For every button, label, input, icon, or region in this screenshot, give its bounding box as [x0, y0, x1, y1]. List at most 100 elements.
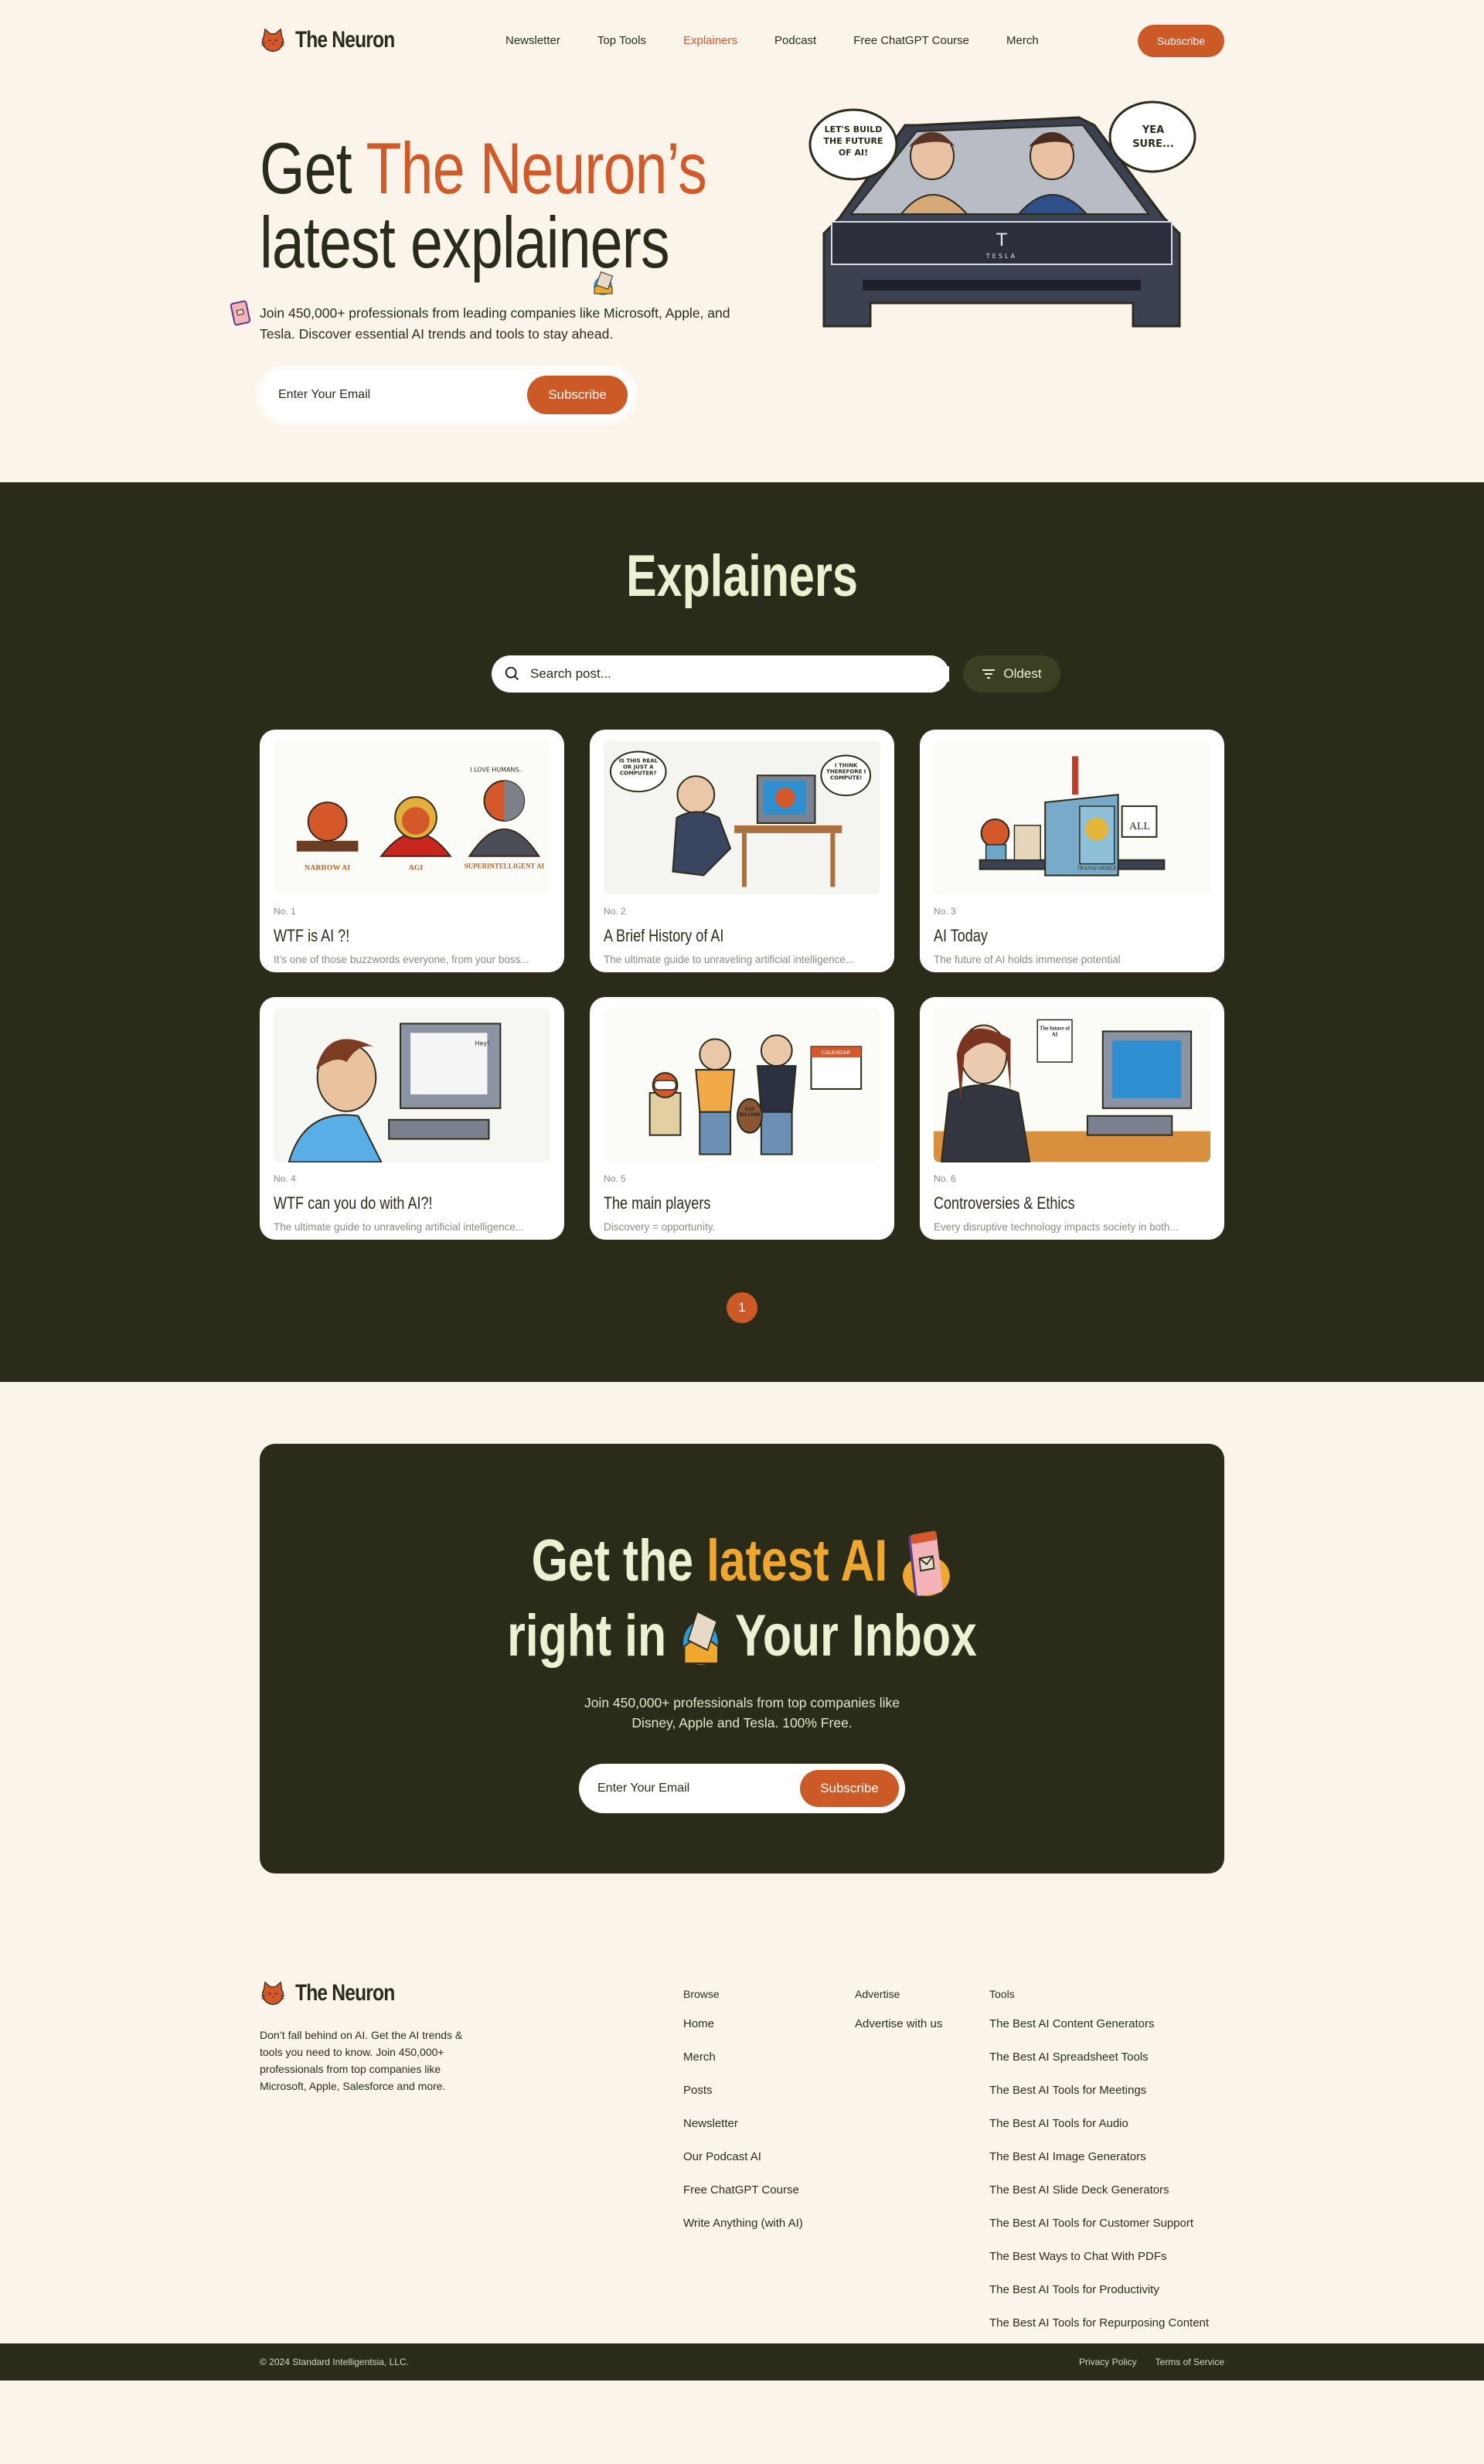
card-title: Controversies & Ethics — [934, 1193, 1075, 1213]
cta-title-line2-prefix: right in — [507, 1602, 667, 1669]
footer-link-podcast[interactable]: Our Podcast AI — [683, 2150, 803, 2183]
hero-description: Join 450,000+ professionals from leading… — [260, 305, 730, 342]
footer-brand-name: The Neuron — [295, 1980, 395, 2006]
art-label: The future of AI — [1039, 1025, 1070, 1038]
footer-link-tool[interactable]: The Best AI Tools for Productivity — [989, 2283, 1209, 2316]
footer-column-browse: Browse Home Merch Posts Newsletter Our P… — [683, 1988, 803, 2250]
card-thumbnail: NARROW AI AGI SUPERINTELLIGENT AI I LOVE… — [274, 740, 550, 895]
brand-logo[interactable]: The Neuron — [260, 27, 417, 53]
nav-link-merch[interactable]: Merch — [1006, 34, 1039, 47]
nav-link-explainers[interactable]: Explainers — [683, 34, 737, 47]
speech-bubble-left: LET'S BUILD THE FUTURE OF AI! — [823, 124, 883, 158]
art-label: SUPERINTELLIGENT AI — [465, 863, 545, 870]
cta-title: Get the latest AI right in Your Inbox — [260, 1527, 1224, 1670]
nav-link-top-tools[interactable]: Top Tools — [597, 34, 646, 47]
footer-logo[interactable]: The Neuron — [260, 1980, 417, 2006]
search-input[interactable] — [530, 666, 949, 682]
footer-column-tools: Tools The Best AI Content Generators The… — [989, 1988, 1209, 2383]
cat-logo-icon — [260, 28, 286, 53]
footer-link-newsletter[interactable]: Newsletter — [683, 2117, 803, 2150]
cta-description-line2: Disney, Apple and Tesla. 100% Free. — [631, 1715, 853, 1731]
footer-link-tool[interactable]: The Best AI Tools for Customer Support — [989, 2217, 1209, 2250]
hero-illustration: T TESLA LET'S BUILD THE FUTURE OF AI! YE… — [808, 100, 1196, 328]
hero-email-input[interactable] — [278, 388, 527, 402]
art-label: $10 BILLION — [739, 1106, 761, 1118]
cta-email-input[interactable] — [597, 1782, 800, 1795]
footer-heading: Browse — [683, 1988, 720, 2000]
card-number: No. 5 — [604, 1173, 626, 1184]
footer-link-merch[interactable]: Merch — [683, 2050, 803, 2084]
footer-link-tool[interactable]: The Best AI Tools for Audio — [989, 2117, 1209, 2150]
explainer-grid: NARROW AI AGI SUPERINTELLIGENT AI I LOVE… — [260, 730, 1224, 1240]
footer-link-tool[interactable]: The Best AI Spreadsheet Tools — [989, 2050, 1209, 2084]
footer-link-tool[interactable]: The Best AI Tools for Meetings — [989, 2084, 1209, 2117]
art-label: NARROW AI — [305, 864, 350, 873]
nav-link-podcast[interactable]: Podcast — [774, 34, 816, 47]
card-description: Every disruptive technology impacts soci… — [934, 1221, 1179, 1233]
explainer-card[interactable]: TRANSFORMER ALL No. 3 AI Today The futur… — [920, 730, 1224, 972]
art-label: IS THIS REAL OR JUST A COMPUTER? — [618, 757, 659, 777]
footer-link-write-anything[interactable]: Write Anything (with AI) — [683, 2217, 803, 2250]
footer-link-tool[interactable]: The Best AI Image Generators — [989, 2150, 1209, 2183]
card-thumbnail: Hey! — [274, 1008, 550, 1162]
footer: The Neuron Don’t fall behind on AI. Get … — [0, 1980, 1484, 2381]
cta-title-prefix: Get the — [531, 1528, 706, 1594]
card-title: AI Today — [934, 926, 988, 945]
privacy-policy-link[interactable]: Privacy Policy — [1079, 2357, 1137, 2367]
footer-link-tool[interactable]: The Best Ways to Chat With PDFs — [989, 2250, 1209, 2283]
cat-logo-icon — [260, 1981, 286, 2006]
nav-subscribe-button[interactable]: Subscribe — [1138, 25, 1224, 57]
footer-heading: Tools — [989, 1988, 1015, 2000]
card-number: No. 3 — [934, 906, 956, 917]
cta-subscribe-button[interactable]: Subscribe — [800, 1770, 899, 1807]
nav-link-newsletter[interactable]: Newsletter — [505, 34, 560, 47]
footer-link-chatgpt-course[interactable]: Free ChatGPT Course — [683, 2183, 803, 2217]
hero-subscribe-form: Subscribe — [260, 369, 634, 420]
art-label: AGI — [409, 864, 424, 873]
card-description: The ultimate guide to unraveling artific… — [274, 1221, 525, 1233]
newsletter-cta-card: Get the latest AI right in Your Inbox Jo… — [260, 1444, 1224, 1874]
explainer-card[interactable]: NARROW AI AGI SUPERINTELLIGENT AI I LOVE… — [260, 730, 564, 972]
explainer-card[interactable]: The future of AI No. 6 Controversies & E… — [920, 997, 1224, 1240]
footer-description: Don’t fall behind on AI. Get the AI tren… — [260, 2029, 463, 2092]
hero-section: Get The Neuron’s latest explainers Join … — [230, 80, 1224, 482]
explainer-card[interactable]: $10 BILLION CALENDAR No. 5 The main play… — [590, 997, 894, 1240]
footer-link-tool[interactable]: The Best AI Content Generators — [989, 2017, 1209, 2050]
brand-name: The Neuron — [295, 27, 395, 53]
card-thumbnail: TRANSFORMER ALL — [934, 740, 1210, 895]
card-description: It’s one of those buzzwords everyone, fr… — [274, 954, 529, 965]
envelope-icon — [682, 1611, 719, 1665]
pagination-page-1[interactable]: 1 — [727, 1292, 757, 1323]
search-box — [492, 655, 949, 693]
hero-title: Get The Neuron’s latest explainers — [260, 128, 707, 280]
card-description: The ultimate guide to unraveling artific… — [604, 954, 855, 965]
cta-title-accent: latest AI — [706, 1528, 888, 1594]
sort-button[interactable]: Oldest — [963, 655, 1060, 693]
tesla-badge: TESLA — [985, 253, 1017, 260]
explainers-title: Explainers — [626, 543, 858, 609]
footer-link-tool[interactable]: The Best AI Slide Deck Generators — [989, 2183, 1209, 2217]
cta-description: Join 450,000+ professionals from top com… — [260, 1693, 1224, 1733]
phone-mail-icon — [230, 300, 251, 326]
card-thumbnail: The future of AI — [934, 1008, 1210, 1162]
footer-link-home[interactable]: Home — [683, 2017, 803, 2050]
explainer-card[interactable]: Hey! No. 4 WTF can you do with AI?! The … — [260, 997, 564, 1240]
explainers-section: Explainers Oldest — [0, 482, 1484, 1382]
copyright: © 2024 Standard Intelligentsia, LLC. — [260, 2357, 409, 2367]
hero-subscribe-button[interactable]: Subscribe — [527, 376, 628, 414]
terms-of-service-link[interactable]: Terms of Service — [1156, 2357, 1224, 2367]
footer-link-posts[interactable]: Posts — [683, 2084, 803, 2117]
hero-title-accent: The Neuron’s — [366, 128, 707, 209]
art-label: I THINK THEREFORE I COMPUTE! — [826, 762, 866, 781]
art-caption: I LOVE HUMANS.. — [470, 766, 522, 773]
speech-bubble-right: YEA SURE... — [1132, 124, 1174, 150]
card-title: A Brief History of AI — [604, 926, 724, 945]
art-label: CALENDAR — [821, 1050, 850, 1056]
nav-links: Newsletter Top Tools Explainers Podcast … — [505, 34, 1076, 47]
card-title: The main players — [604, 1193, 711, 1213]
nav-link-chatgpt-course[interactable]: Free ChatGPT Course — [853, 34, 969, 47]
card-thumbnail: $10 BILLION CALENDAR — [604, 1008, 880, 1162]
explainer-card[interactable]: IS THIS REAL OR JUST A COMPUTER? I THINK… — [590, 730, 894, 972]
filter-icon — [982, 669, 996, 679]
footer-link-advertise[interactable]: Advertise with us — [855, 2017, 942, 2050]
